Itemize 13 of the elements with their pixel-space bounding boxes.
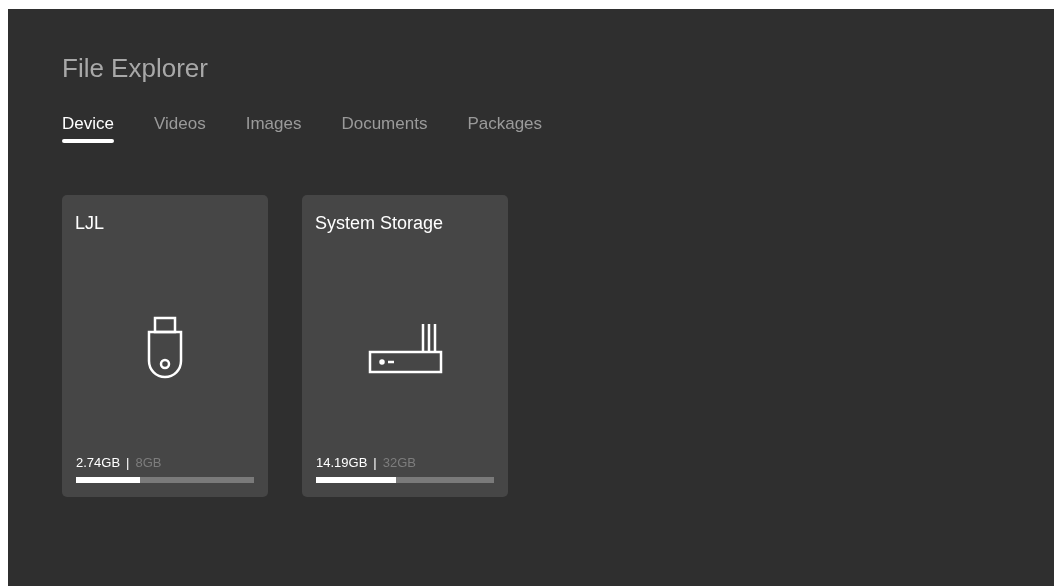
card-title: System Storage <box>315 212 445 235</box>
separator: | <box>126 455 130 471</box>
used-size: 14.19GB <box>316 455 368 471</box>
card-title: LJL <box>75 212 106 235</box>
separator: | <box>373 455 377 471</box>
tab[interactable]: Packages <box>467 113 543 143</box>
tab[interactable]: Device <box>62 113 114 143</box>
tab[interactable]: Videos <box>153 113 206 143</box>
used-size: 2.74GB <box>76 455 121 471</box>
tab[interactable]: Images <box>245 113 302 143</box>
router-icon <box>367 322 443 376</box>
page-title: File Explorer <box>62 53 209 83</box>
tab[interactable]: Documents <box>341 113 428 143</box>
